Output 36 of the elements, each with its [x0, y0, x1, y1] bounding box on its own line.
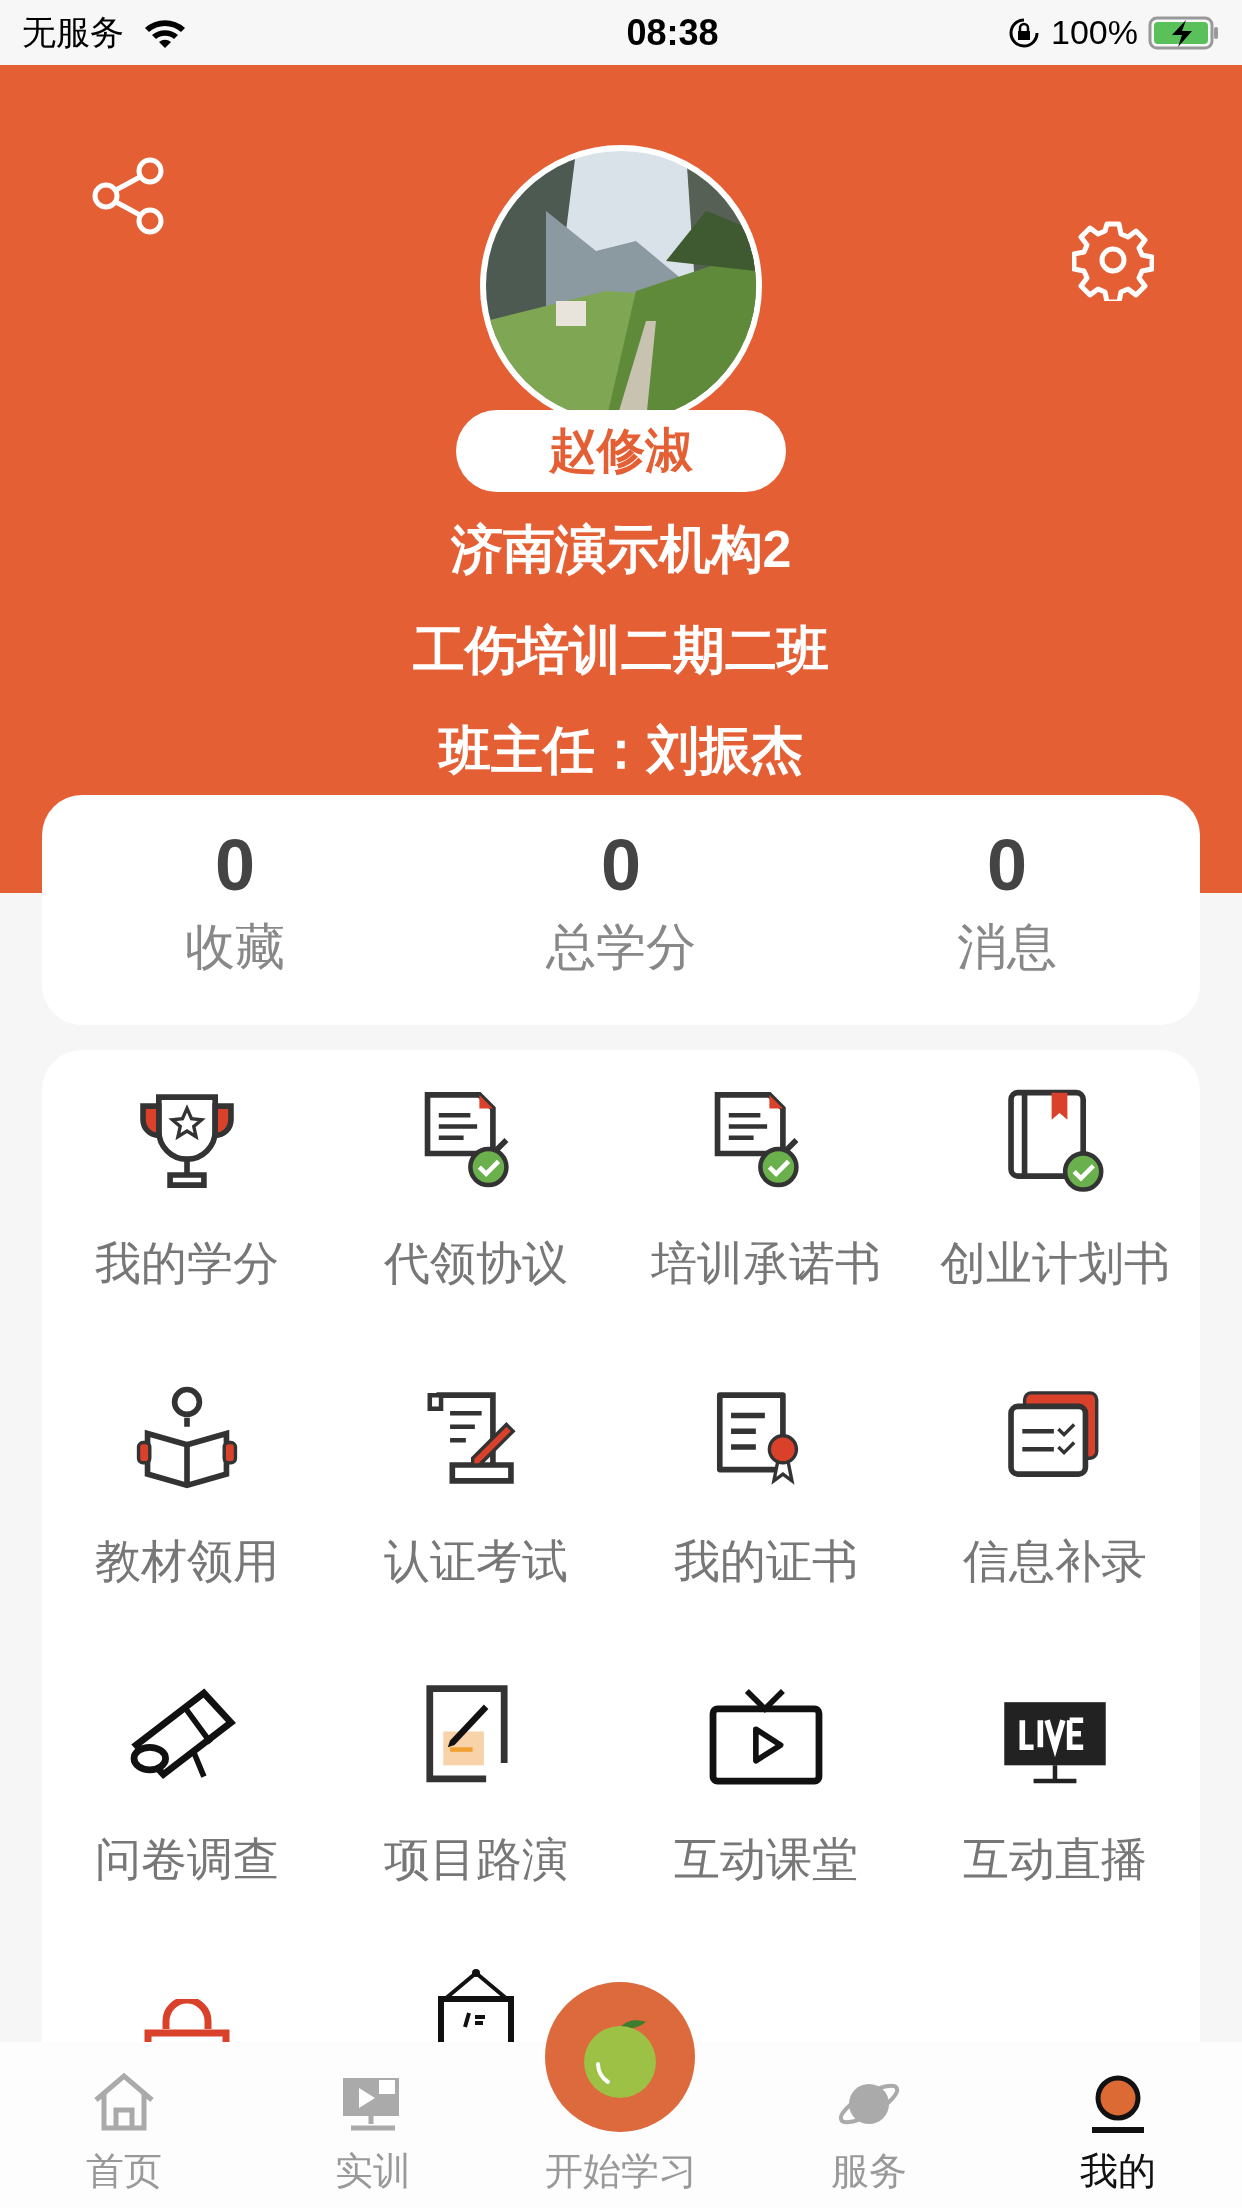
class-name: 工伤培训二期二班 [413, 620, 829, 681]
tab-label[interactable]: 开始学习 [545, 2148, 697, 2194]
name-badge: 赵修淑 [456, 410, 786, 492]
stat-item[interactable]: 0 收藏 [42, 795, 428, 1025]
battery-charging-icon [1148, 14, 1220, 51]
carrier-label: 无服务 [22, 12, 124, 53]
tab-item[interactable]: 首页 [0, 2042, 249, 2208]
organization-name: 济南演示机构2 [450, 519, 792, 580]
menu-item-label[interactable]: 信息补录 [963, 1533, 1148, 1589]
stat-item[interactable]: 0 总学分 [428, 795, 814, 1025]
tab-item[interactable]: 服务 [745, 2042, 994, 2208]
tab-item[interactable]: 实训 [248, 2042, 497, 2208]
stat-value: 0 [986, 825, 1027, 905]
settings-icon[interactable] [1072, 219, 1154, 301]
menu-item-label[interactable]: 认证考试 [384, 1533, 569, 1589]
stat-label: 收藏 [185, 918, 285, 977]
teacher-name: 班主任：刘振杰 [439, 720, 803, 781]
stat-value: 0 [214, 825, 255, 905]
menu-item-label[interactable]: 项目路演 [384, 1831, 569, 1887]
battery-percent: 100% [1051, 12, 1138, 53]
tab-item[interactable]: 我的 [993, 2042, 1242, 2208]
menu-item-label[interactable]: 互动直播 [963, 1831, 1148, 1887]
stat-item[interactable]: 0 消息 [814, 795, 1200, 1025]
menu-item-label[interactable]: 互动课堂 [673, 1831, 858, 1887]
share-icon[interactable] [92, 157, 166, 235]
menu-item-label[interactable]: 我的证书 [673, 1533, 858, 1589]
menu-item-label[interactable]: 问卷调查 [94, 1831, 279, 1887]
menu-item-label[interactable]: 创业计划书 [940, 1235, 1171, 1291]
stat-value: 0 [600, 825, 641, 905]
stat-label: 总学分 [546, 918, 696, 977]
menu-item-label[interactable]: 培训承诺书 [650, 1235, 881, 1291]
status-time: 08:38 [626, 10, 719, 55]
menu-item-label[interactable]: 教材领用 [94, 1533, 279, 1589]
menu-item-label[interactable]: 代领协议 [384, 1235, 569, 1291]
menu-item-label[interactable]: 我的学分 [94, 1235, 279, 1291]
stat-label: 消息 [957, 918, 1057, 977]
